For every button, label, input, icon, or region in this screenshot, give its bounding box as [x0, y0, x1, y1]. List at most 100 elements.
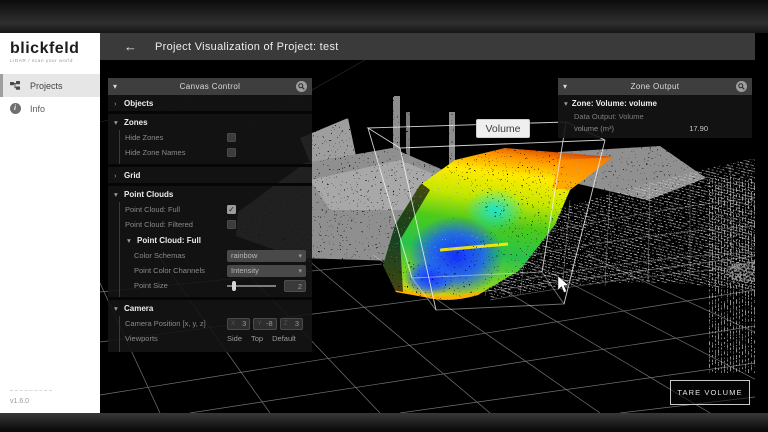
point-color-channels-dropdown[interactable]: Intensity ▾ [227, 265, 306, 277]
sidebar-nav: Projects i Info [0, 74, 100, 120]
volume-value: 17.90 [689, 124, 708, 133]
right-pointcloud-columns [708, 178, 755, 373]
canvas-control-title: Canvas Control [125, 82, 295, 91]
point-cloud-full-checkbox[interactable]: ✓ [227, 205, 236, 214]
point-cloud-filtered-label: Point Cloud: Filtered [125, 220, 227, 229]
camera-rows: Camera Position [x, y, z] X 3 Y -8 [119, 316, 312, 352]
volume-value-row: volume (m³) 17.90 [558, 122, 752, 138]
hide-zone-names-checkbox[interactable] [227, 148, 236, 157]
y-prefix: Y [257, 320, 266, 327]
sidebar-item-label: Projects [30, 81, 63, 91]
z-prefix: Z [284, 320, 295, 327]
point-cloud-filtered-checkbox[interactable] [227, 220, 236, 229]
volume-unit-label: volume (m³) [574, 124, 614, 133]
hide-zones-checkbox[interactable] [227, 133, 236, 142]
viewports-label: Viewports [125, 334, 227, 343]
zone-output-panel-header[interactable]: ▾ Zone Output [558, 78, 752, 95]
section-label: Camera [124, 304, 153, 313]
point-color-channels-value: Intensity [231, 266, 298, 275]
color-schemas-row: Color Schemas rainbow ▾ [125, 248, 306, 263]
canvas-control-panel-header[interactable]: ▾ Canvas Control [108, 78, 312, 95]
dropdown-caret-icon: ▾ [298, 252, 302, 260]
brand-block: Blickfeld LiDAR / scan your world [0, 33, 100, 68]
point-size-label: Point Size [125, 281, 227, 290]
color-schemas-dropdown[interactable]: rainbow ▾ [227, 250, 306, 262]
viewport-side-button[interactable]: Side [227, 334, 242, 343]
zone-output-title: Zone Output [575, 82, 735, 91]
tare-volume-button[interactable]: TARE VOLUME [670, 380, 750, 405]
sidebar: Blickfeld LiDAR / scan your world [0, 33, 100, 413]
camera-x-input[interactable]: X 3 [227, 318, 250, 330]
zone-output-body: ▾ Zone: Volume: volume Data Output: Volu… [558, 95, 752, 138]
zone-volume-label-chip: Volume [476, 119, 530, 138]
section-grid[interactable]: › Grid [108, 167, 312, 183]
point-cloud-filtered-row: Point Cloud: Filtered [125, 217, 306, 232]
color-schemas-label: Color Schemas [125, 251, 227, 260]
bezel-top [0, 0, 768, 33]
app-version: v1.6.0 [10, 398, 29, 405]
point-size-row: Point Size 2 [125, 278, 306, 293]
x-prefix: X [231, 320, 242, 327]
hide-zone-names-row: Hide Zone Names [125, 145, 306, 160]
color-schemas-value: rainbow [231, 251, 298, 260]
point-cloud-full-label: Point Cloud: Full [125, 205, 227, 214]
camera-position-row: Camera Position [x, y, z] X 3 Y -8 [125, 316, 306, 331]
collapse-panel-icon[interactable]: ▾ [113, 82, 125, 91]
collapse-panel-icon[interactable]: ▾ [563, 82, 575, 91]
camera-z-input[interactable]: Z 3 [280, 318, 303, 330]
zone-section-label: Zone: Volume: volume [572, 99, 657, 108]
hide-zone-names-label: Hide Zone Names [125, 148, 227, 157]
hide-zones-row: Hide Zones [125, 130, 306, 145]
section-label: Point Clouds [124, 190, 173, 199]
canvas-control-panel: ▾ Canvas Control › Objects ▾ [108, 78, 312, 352]
dropdown-caret-icon: ▾ [298, 267, 302, 275]
blickfeld-logo: Blickfeld [10, 40, 92, 58]
viewport-default-button[interactable]: Default [272, 334, 296, 343]
magnifier-icon[interactable] [295, 81, 307, 92]
subsection-point-cloud-full[interactable]: ▾ Point Cloud: Full [125, 232, 306, 248]
chevron-down-icon: ▾ [114, 190, 120, 199]
point-cloud-full-row: Point Cloud: Full ✓ [125, 202, 306, 217]
slider-handle[interactable] [232, 281, 236, 291]
chevron-right-icon: › [114, 99, 120, 108]
sidebar-item-info[interactable]: i Info [0, 97, 100, 120]
section-zones[interactable]: ▾ Zones [108, 114, 312, 130]
camera-y-input[interactable]: Y -8 [253, 318, 276, 330]
zone-output-panel: ▾ Zone Output ▾ Zone: Volume: volume Dat… [558, 78, 752, 138]
version-divider [10, 390, 52, 391]
section-label: Zones [124, 118, 148, 127]
viewport-top-button[interactable]: Top [251, 334, 263, 343]
main-area: ← Project Visualization of Project: test [100, 33, 755, 413]
brand-tagline: LiDAR / scan your world [10, 59, 92, 64]
info-icon: i [9, 103, 21, 115]
back-arrow-icon[interactable]: ← [124, 40, 137, 53]
3d-viewport[interactable]: Volume ▾ Canvas Control › Objects [100, 60, 755, 413]
z-value: 3 [295, 319, 299, 328]
magnifier-icon[interactable] [735, 81, 747, 92]
chevron-down-icon: ▾ [114, 118, 120, 127]
section-objects[interactable]: › Objects [108, 95, 312, 111]
chevron-down-icon: ▾ [114, 304, 120, 313]
point-size-value[interactable]: 2 [284, 280, 306, 292]
zone-section-header[interactable]: ▾ Zone: Volume: volume [558, 95, 752, 110]
subsection-label: Point Cloud: Full [137, 236, 201, 245]
point-clouds-rows: Point Cloud: Full ✓ Point Cloud: Filtere… [119, 202, 312, 297]
y-value: -8 [266, 319, 273, 328]
page-title: Project Visualization of Project: test [155, 41, 339, 53]
section-point-clouds[interactable]: ▾ Point Clouds [108, 186, 312, 202]
app-window: Blickfeld LiDAR / scan your world [0, 33, 755, 413]
point-size-slider[interactable] [227, 285, 276, 287]
bezel-bottom [0, 413, 768, 432]
section-camera[interactable]: ▾ Camera [108, 300, 312, 316]
camera-position-label: Camera Position [x, y, z] [125, 319, 227, 328]
viewports-row: Viewports Side Top Default [125, 331, 306, 346]
hide-zones-label: Hide Zones [125, 133, 227, 142]
x-value: 3 [242, 319, 246, 328]
sidebar-item-projects[interactable]: Projects [0, 74, 100, 97]
point-color-channels-label: Point Color Channels [125, 266, 227, 275]
chevron-right-icon: › [114, 171, 120, 180]
canvas-control-body: › Objects ▾ Zones Hide Zones [108, 95, 312, 352]
top-header-bar: ← Project Visualization of Project: test [100, 33, 755, 60]
zones-rows: Hide Zones Hide Zone Names [119, 130, 312, 164]
sidebar-item-label: Info [30, 104, 45, 114]
